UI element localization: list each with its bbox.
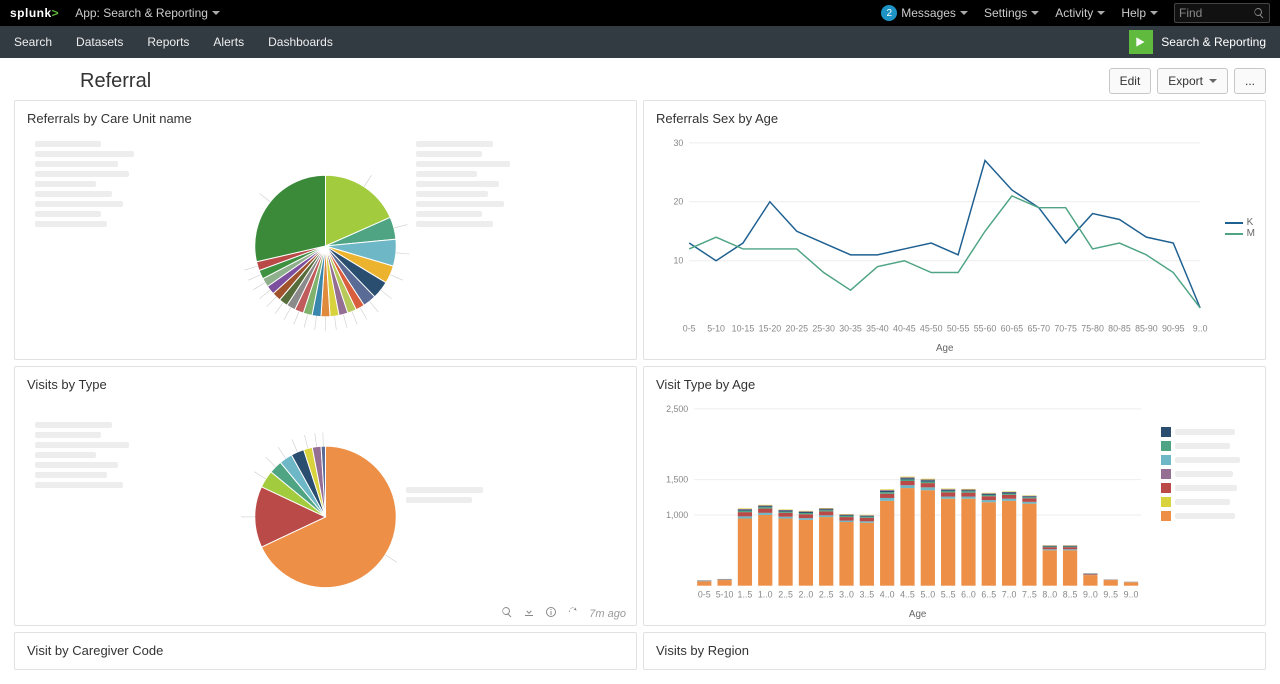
more-button[interactable]: ... (1234, 68, 1266, 94)
svg-text:2..5: 2..5 (778, 589, 793, 599)
svg-text:2..0: 2..0 (799, 589, 814, 599)
menu-settings[interactable]: Settings (984, 6, 1039, 20)
page-title: Referral (80, 70, 151, 93)
svg-text:9..0: 9..0 (1083, 589, 1098, 599)
svg-text:9..5: 9..5 (1103, 589, 1118, 599)
panel-title: Visit by Caregiver Code (15, 633, 636, 664)
svg-text:50-55: 50-55 (947, 323, 970, 333)
svg-text:7..0: 7..0 (1002, 589, 1017, 599)
panel-visits-by-region: Visits by Region (643, 632, 1266, 670)
svg-text:1..0: 1..0 (758, 589, 773, 599)
svg-text:45-50: 45-50 (920, 323, 943, 333)
svg-text:7..5: 7..5 (1022, 589, 1037, 599)
svg-text:80-85: 80-85 (1108, 323, 1131, 333)
download-icon[interactable] (523, 606, 535, 621)
menu-activity[interactable]: Activity (1055, 6, 1105, 20)
panel-footer: 7m ago (15, 602, 636, 625)
svg-text:6..0: 6..0 (961, 589, 976, 599)
svg-text:6..5: 6..5 (981, 589, 996, 599)
svg-text:Age: Age (936, 343, 954, 354)
svg-text:3..5: 3..5 (859, 589, 874, 599)
svg-text:4..0: 4..0 (880, 589, 895, 599)
search-icon (1253, 7, 1265, 19)
app-icon (1129, 30, 1153, 54)
svg-text:30: 30 (673, 138, 683, 148)
line-chart: 10 20 30 0-5 5-10 10-15 15-2020-25 25-30 30-35 35… (644, 133, 1265, 359)
menu-help[interactable]: Help (1121, 6, 1158, 20)
info-icon[interactable] (545, 606, 557, 621)
svg-text:55-60: 55-60 (974, 323, 997, 333)
svg-text:9..0: 9..0 (1193, 323, 1208, 333)
svg-text:5..5: 5..5 (941, 589, 956, 599)
messages-badge: 2 (881, 5, 897, 21)
panel-time: 7m ago (589, 608, 626, 620)
svg-text:0-5: 0-5 (683, 323, 696, 333)
topbar: splunk> App: Search & Reporting 2Message… (0, 0, 1280, 26)
nav-dashboards[interactable]: Dashboards (268, 35, 333, 49)
nav-search[interactable]: Search (14, 35, 52, 49)
page-header: Referral Edit Export ... (0, 58, 1280, 100)
svg-text:10: 10 (673, 256, 683, 266)
svg-text:60-65: 60-65 (1001, 323, 1024, 333)
navbar: Search Datasets Reports Alerts Dashboard… (0, 26, 1280, 58)
export-button[interactable]: Export (1157, 68, 1228, 94)
svg-text:25-30: 25-30 (812, 323, 835, 333)
svg-text:70-75: 70-75 (1054, 323, 1077, 333)
svg-text:35-40: 35-40 (866, 323, 889, 333)
svg-text:3..0: 3..0 (839, 589, 854, 599)
svg-text:10-15: 10-15 (732, 323, 755, 333)
panel-visit-by-caregiver: Visit by Caregiver Code (14, 632, 637, 670)
svg-text:75-80: 75-80 (1081, 323, 1104, 333)
svg-text:65-70: 65-70 (1028, 323, 1051, 333)
svg-text:1,000: 1,000 (666, 510, 688, 520)
nav-alerts[interactable]: Alerts (213, 35, 244, 49)
svg-text:2..5: 2..5 (819, 589, 834, 599)
caret-down-icon (1097, 11, 1105, 15)
panel-title: Referrals Sex by Age (644, 101, 1265, 132)
nav-reports[interactable]: Reports (147, 35, 189, 49)
find-input[interactable]: Find (1174, 3, 1270, 23)
caret-down-icon (960, 11, 968, 15)
svg-text:5-10: 5-10 (707, 323, 725, 333)
svg-text:1,500: 1,500 (666, 475, 688, 485)
svg-text:85-90: 85-90 (1135, 323, 1158, 333)
svg-text:9..0: 9..0 (1124, 589, 1139, 599)
nav-datasets[interactable]: Datasets (76, 35, 123, 49)
svg-text:5..0: 5..0 (920, 589, 935, 599)
panel-referrals-sex-by-age: Referrals Sex by Age 1020300-55-1010-151… (643, 100, 1266, 360)
svg-text:4..5: 4..5 (900, 589, 915, 599)
logo: splunk> (10, 6, 59, 20)
panel-referrals-by-care-unit: Referrals by Care Unit name (14, 100, 637, 360)
svg-text:90-95: 90-95 (1162, 323, 1185, 333)
svg-text:Age: Age (909, 609, 927, 620)
app-title: Search & Reporting (1161, 35, 1266, 49)
panel-visit-type-by-age: Visit Type by Age 1,000 1,500 2,500 0-5 5-10… (643, 366, 1266, 626)
svg-text:5-10: 5-10 (716, 589, 734, 599)
edit-button[interactable]: Edit (1109, 68, 1152, 94)
svg-text:20: 20 (673, 197, 683, 207)
caret-down-icon (1031, 11, 1039, 15)
svg-text:8..5: 8..5 (1063, 589, 1078, 599)
caret-down-icon (1150, 11, 1158, 15)
svg-text:8..0: 8..0 (1042, 589, 1057, 599)
zoom-icon[interactable] (501, 606, 513, 621)
panel-title: Visits by Type (15, 367, 636, 398)
svg-text:30-35: 30-35 (839, 323, 862, 333)
panel-title: Visit Type by Age (644, 367, 1265, 398)
svg-text:40-45: 40-45 (893, 323, 916, 333)
menu-messages[interactable]: 2Messages (881, 5, 968, 21)
svg-text:2,500: 2,500 (666, 404, 688, 414)
caret-down-icon (1209, 79, 1217, 83)
panel-visits-by-type: Visits by Type 7m ago (14, 366, 637, 626)
svg-text:1..5: 1..5 (738, 589, 753, 599)
panel-title: Visits by Region (644, 633, 1265, 664)
svg-text:0-5: 0-5 (698, 589, 711, 599)
svg-text:15-20: 15-20 (759, 323, 782, 333)
chart-legend: K M (1225, 217, 1255, 239)
refresh-icon[interactable] (567, 606, 579, 621)
svg-text:20-25: 20-25 (785, 323, 808, 333)
panel-title: Referrals by Care Unit name (15, 101, 636, 132)
caret-down-icon (212, 11, 220, 15)
app-picker[interactable]: App: Search & Reporting (75, 6, 220, 20)
